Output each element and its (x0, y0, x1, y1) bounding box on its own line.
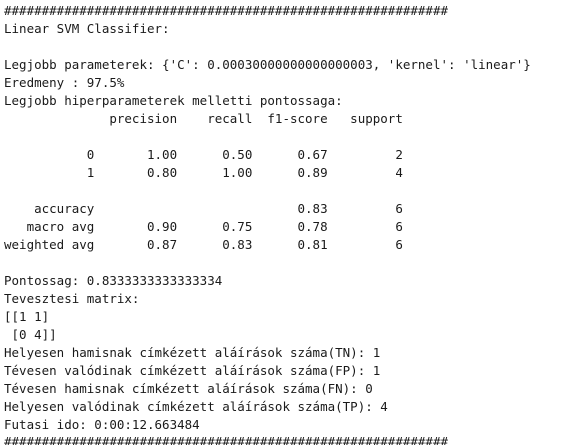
confusion-matrix-row-1: [[1 1] (4, 309, 50, 324)
blank-line (4, 128, 563, 146)
tn-line: Helyesen hamisnak címkézett aláírások sz… (4, 345, 381, 360)
report-row-weighted-avg: weighted avg 0.87 0.83 0.81 6 (4, 237, 403, 252)
fp-line: Tévesen valódinak címkézett aláírások sz… (4, 363, 381, 378)
report-row-macro-avg: macro avg 0.90 0.75 0.78 6 (4, 219, 403, 234)
best-params-line: Legjobb parameterek: {'C': 0.00030000000… (4, 57, 531, 72)
confusion-matrix-heading: Tevesztesi matrix: (4, 291, 140, 306)
blank-line (4, 254, 563, 272)
confusion-matrix-row-2: [0 4]] (4, 327, 57, 342)
console-output: ########################################… (4, 2, 563, 445)
result-line: Eredmeny : 97.5% (4, 75, 125, 90)
separator-line: ########################################… (4, 3, 449, 18)
blank-line (4, 182, 563, 200)
report-heading: Legjobb hiperparameterek melletti pontos… (4, 93, 343, 108)
separator-line: ########################################… (4, 434, 449, 445)
runtime-line: Futasi ido: 0:00:12.663484 (4, 417, 200, 432)
report-header-row: precision recall f1-score support (4, 111, 403, 126)
report-row-class-0: 0 1.00 0.50 0.67 2 (4, 147, 403, 162)
fn-line: Tévesen hamisnak címkézett aláírások szá… (4, 381, 373, 396)
report-row-accuracy: accuracy 0.83 6 (4, 201, 403, 216)
blank-line (4, 38, 563, 56)
classifier-title: Linear SVM Classifier: (4, 21, 170, 36)
accuracy-line: Pontossag: 0.8333333333333334 (4, 273, 223, 288)
tp-line: Helyesen valódinak címkézett aláírások s… (4, 399, 388, 414)
report-row-class-1: 1 0.80 1.00 0.89 4 (4, 165, 403, 180)
